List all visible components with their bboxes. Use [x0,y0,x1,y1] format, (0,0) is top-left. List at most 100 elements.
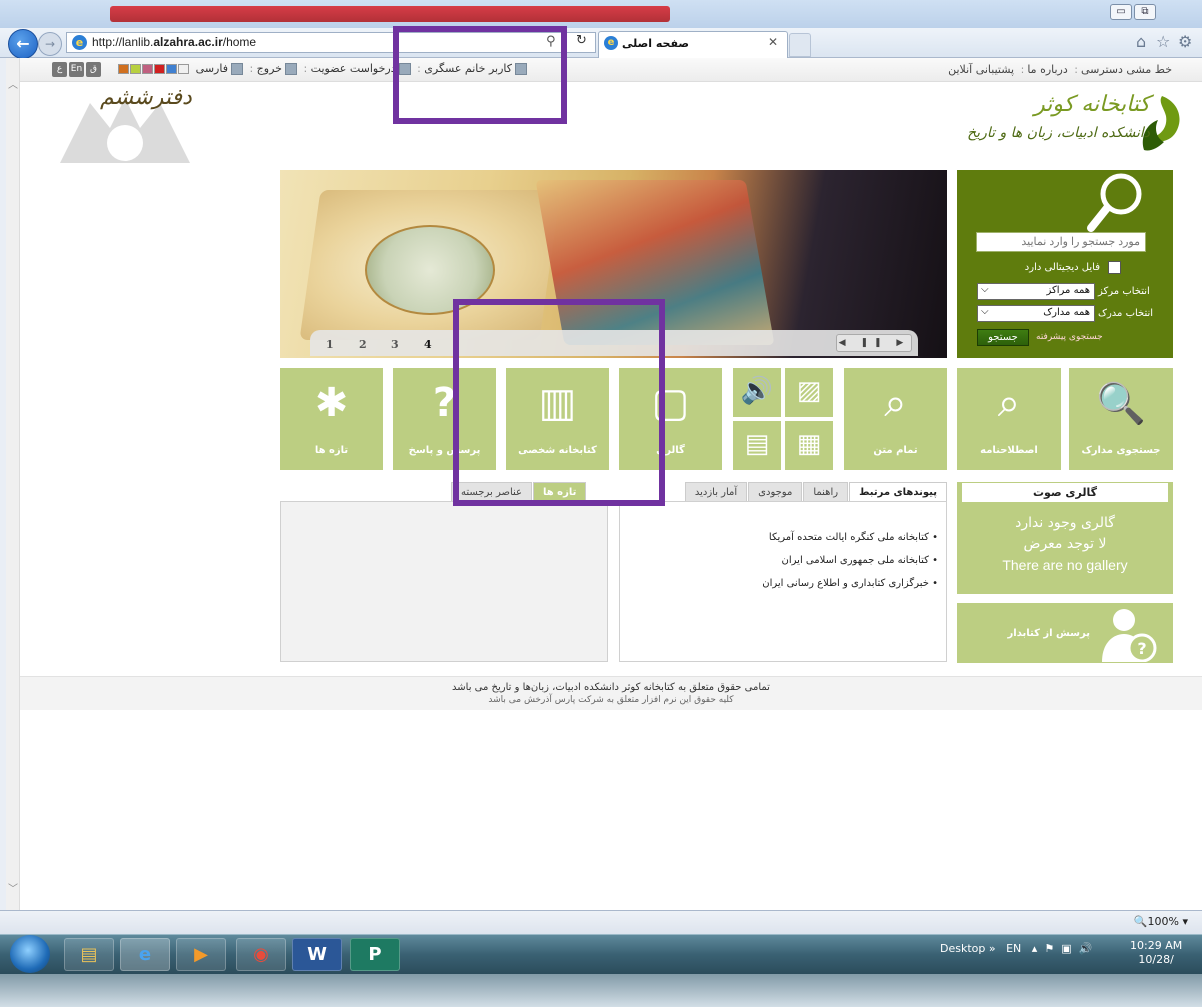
scroll-down-arrow-icon[interactable]: ﹀ [8,880,18,895]
search-button[interactable]: جستجو [977,329,1029,346]
slide-play-controls[interactable]: ◀ ❚❚ ▶ [836,334,912,352]
logo-title: کتابخانه کوثر [1034,92,1150,117]
svg-text:?: ? [1137,639,1146,658]
center-select-label: انتخاب مرکز [1098,286,1150,297]
start-button[interactable] [10,935,50,973]
chrome-icon[interactable]: ◉ [236,938,286,971]
favorites-star-icon[interactable]: ☆ [1156,32,1170,51]
chevron-down-icon[interactable]: ⌵ [981,306,989,317]
news-tabs: تازه هاعناصر برجسته [280,482,608,662]
language-persian-link[interactable]: فارسی [196,62,228,75]
search-input[interactable] [976,232,1146,252]
volume-icon[interactable]: 🔊 [1079,942,1093,955]
theme-swatch[interactable] [118,64,129,74]
gallery-empty-english: There are no gallery [1002,557,1128,573]
slide-number-1[interactable]: 1 [326,338,334,351]
tab-visit-stats[interactable]: آمار بازدید [684,482,748,502]
link-library-of-congress[interactable]: • کتابخانه ملی کنگره ایالت متحده آمریکا [638,532,938,543]
tile-label: تمام متن [873,445,918,456]
chevron-down-icon[interactable]: ⌵ [981,284,989,295]
back-button[interactable]: ← [8,29,38,59]
slide-number-3[interactable]: 3 [391,338,399,351]
lang-persian-button[interactable]: ق [86,62,101,77]
lang-arabic-button[interactable]: ع [52,62,67,77]
tab-guide[interactable]: راهنما [803,482,849,502]
word-icon[interactable]: W [292,938,342,971]
zoom-level[interactable]: 🔍100% ▾ [1134,915,1188,928]
tile-new-items[interactable]: ✱ تازه ها [280,368,383,470]
audio-tile[interactable]: 🔊 [733,368,781,417]
ask-librarian-label[interactable]: پرسش از کتابدار [980,628,1090,639]
document-search-icon: 🔍 [1096,381,1146,427]
tab-ie-icon: e [604,36,618,50]
theme-swatch[interactable] [166,64,177,74]
minimize-button[interactable]: ▭ [1110,4,1132,20]
advanced-search-link[interactable]: جستجوی پیشرفته [1036,332,1103,342]
news-panel [280,501,608,662]
logout-link[interactable]: خروج [257,62,282,75]
tab-related-links[interactable]: پیوندهای مرتبط [849,482,947,502]
highlight-box-user [393,26,567,124]
about-link[interactable]: درباره ما [1027,63,1067,76]
magnifier-icon [1087,173,1142,232]
slide-number-2[interactable]: 2 [359,338,367,351]
new-tab-button[interactable] [789,33,811,57]
theme-swatch[interactable] [178,64,189,74]
keyboard-icon [230,63,243,75]
network-search-icon: ⌕ [997,380,1021,426]
document-select[interactable]: همه مدارک [977,305,1095,322]
theme-swatch[interactable] [142,64,153,74]
explorer-icon[interactable]: ▤ [64,938,114,971]
window-titlebar [0,0,1202,28]
tray-expand-icon[interactable]: ▴ [1032,942,1038,955]
highlight-box-personal-library [453,299,665,506]
forward-button[interactable]: → [38,32,62,56]
banner-caption: دفترششم [100,85,192,110]
maximize-button[interactable]: ⧉ [1134,4,1156,20]
desktop-toolbar[interactable]: Desktop [940,942,985,955]
text-tile[interactable]: ▤ [733,421,781,470]
language-indicator[interactable]: EN [1006,942,1021,955]
lang-english-button[interactable]: En [69,62,84,77]
logo-subtitle: دانشکده ادبیات، زبان ها و تاریخ [967,125,1150,141]
theme-swatch[interactable] [154,64,165,74]
user-question-icon: ? [1102,609,1157,662]
link-library-news-agency[interactable]: • خبرگزاری کتابداری و اطلاع رسانی ایران [638,578,938,589]
clock[interactable]: 10:29 AM 10/28/ [1130,939,1182,967]
tile-document-search[interactable]: 🔍 جستجوی مدارک [1069,368,1173,470]
theme-swatches [118,64,190,77]
theme-swatch[interactable] [130,64,141,74]
tile-thesaurus[interactable]: ⌕ اصطلاحنامه [957,368,1061,470]
network-icon[interactable]: ▣ [1061,942,1071,955]
ie-icon[interactable]: e [120,938,170,971]
links-panel: • کتابخانه ملی کنگره ایالت متحده آمریکا … [619,501,947,662]
slide-number-4[interactable]: 4 [424,338,432,351]
media-player-icon[interactable]: ▶ [176,938,226,971]
image-tile[interactable]: ▨ [785,368,833,417]
gallery-title: گالری صوت [962,483,1168,502]
tab-close-icon[interactable]: ✕ [768,35,778,49]
tile-fulltext[interactable]: ⌕ تمام متن [844,368,947,470]
video-tile[interactable]: ▦ [785,421,833,470]
center-select[interactable]: همه مراکز [977,283,1095,300]
taskbar-reflection [0,974,1202,1007]
tile-label: اصطلاحنامه [980,445,1038,456]
utility-links: خط مشی دسترسی: درباره ما: پشتیبانی آنلای… [948,63,1172,76]
url-text[interactable]: http://lanlib.alzahra.ac.ir/home [92,35,256,49]
scroll-up-arrow-icon[interactable]: ︿ [8,76,18,91]
refresh-icon[interactable]: ↻ [576,33,587,48]
tab-title[interactable]: صفحه اصلی [622,37,689,50]
access-policy-link[interactable]: خط مشی دسترسی [1081,63,1172,76]
link-national-library-iran[interactable]: • کتابخانه ملی جمهوری اسلامی ایران [638,555,938,566]
digital-file-checkbox[interactable] [1108,261,1121,274]
settings-gear-icon[interactable]: ⚙ [1178,32,1192,51]
vertical-scrollbar[interactable] [6,58,20,910]
home-icon[interactable]: ⌂ [1136,32,1146,51]
publisher-icon[interactable]: P [350,938,400,971]
tab-inventory[interactable]: موجودی [748,482,803,502]
related-links-list: • کتابخانه ملی کنگره ایالت متحده آمریکا … [638,532,938,601]
membership-request-link[interactable]: درخواست عضویت [311,62,396,75]
online-support-link[interactable]: پشتیبانی آنلاین [948,63,1014,76]
digital-file-label: فایل دیجیتالی دارد [1024,262,1100,273]
action-center-icon[interactable]: ⚑ [1044,942,1054,955]
